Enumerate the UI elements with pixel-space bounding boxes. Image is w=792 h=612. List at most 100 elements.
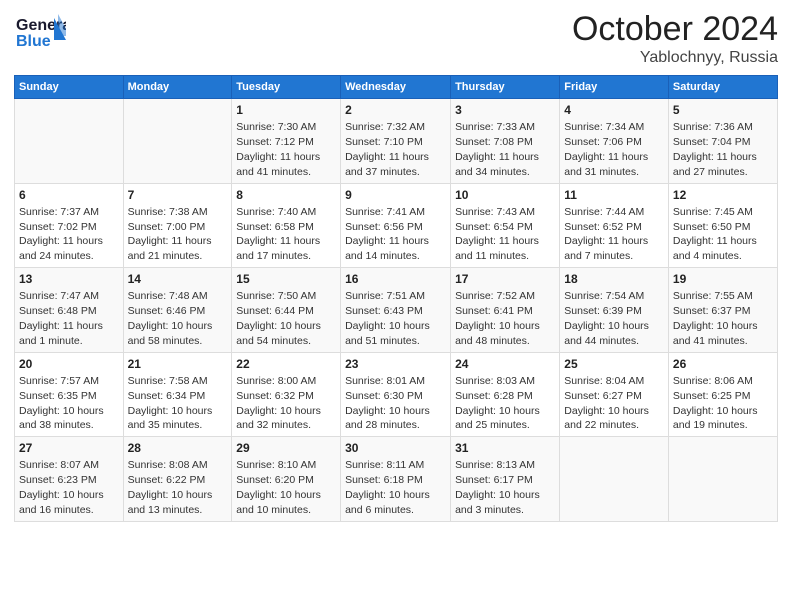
col-tuesday: Tuesday — [232, 76, 341, 99]
col-monday: Monday — [123, 76, 232, 99]
day-info: Sunrise: 7:30 AM Sunset: 7:12 PM Dayligh… — [236, 121, 320, 178]
day-info: Sunrise: 7:40 AM Sunset: 6:58 PM Dayligh… — [236, 206, 320, 263]
day-number: 14 — [128, 271, 228, 287]
calendar-cell: 18 Sunrise: 7:54 AM Sunset: 6:39 PM Dayli… — [560, 268, 669, 353]
calendar-week-5: 27 Sunrise: 8:07 AM Sunset: 6:23 PM Dayli… — [15, 437, 778, 522]
day-info: Sunrise: 8:08 AM Sunset: 6:22 PM Dayligh… — [128, 459, 213, 516]
col-thursday: Thursday — [451, 76, 560, 99]
day-info: Sunrise: 7:58 AM Sunset: 6:34 PM Dayligh… — [128, 375, 213, 432]
calendar-cell: 22Sunrise: 8:00 AM Sunset: 6:32 PM Dayli… — [232, 352, 341, 437]
header: General Blue October 2024 Yablochnyy, Ru… — [14, 10, 778, 67]
day-number: 31 — [455, 440, 555, 456]
day-number: 13 — [19, 271, 119, 287]
day-info: Sunrise: 7:43 AM Sunset: 6:54 PM Dayligh… — [455, 206, 539, 263]
day-number: 6 — [19, 187, 119, 203]
col-sunday: Sunday — [15, 76, 124, 99]
day-info: Sunrise: 7:36 AM Sunset: 7:04 PM Dayligh… — [673, 121, 757, 178]
logo-svg: General Blue — [14, 10, 66, 54]
day-number: 5 — [673, 102, 773, 118]
calendar-week-4: 20 Sunrise: 7:57 AM Sunset: 6:35 PM Dayli… — [15, 352, 778, 437]
day-number: 16 — [345, 271, 446, 287]
day-info: Sunrise: 8:07 AM Sunset: 6:23 PM Dayligh… — [19, 459, 104, 516]
day-info: Sunrise: 7:33 AM Sunset: 7:08 PM Dayligh… — [455, 121, 539, 178]
calendar-cell: 16Sunrise: 7:51 AM Sunset: 6:43 PM Dayli… — [341, 268, 451, 353]
calendar-title: October 2024 — [572, 10, 778, 49]
day-number: 17 — [455, 271, 555, 287]
calendar-week-1: 1 Sunrise: 7:30 AM Sunset: 7:12 PM Daylig… — [15, 99, 778, 184]
day-number: 1 — [236, 102, 336, 118]
day-number: 28 — [128, 440, 228, 456]
calendar-table: Sunday Monday Tuesday Wednesday Thursday… — [14, 75, 778, 522]
day-info: Sunrise: 7:55 AM Sunset: 6:37 PM Dayligh… — [673, 290, 758, 347]
day-info: Sunrise: 8:06 AM Sunset: 6:25 PM Dayligh… — [673, 375, 758, 432]
calendar-cell — [560, 437, 669, 522]
header-row: Sunday Monday Tuesday Wednesday Thursday… — [15, 76, 778, 99]
calendar-cell: 30 Sunrise: 8:11 AM Sunset: 6:18 PM Dayli… — [341, 437, 451, 522]
day-info: Sunrise: 7:44 AM Sunset: 6:52 PM Dayligh… — [564, 206, 648, 263]
day-number: 23 — [345, 356, 446, 372]
day-info: Sunrise: 7:41 AM Sunset: 6:56 PM Dayligh… — [345, 206, 429, 263]
day-number: 9 — [345, 187, 446, 203]
calendar-cell: 3 Sunrise: 7:33 AM Sunset: 7:08 PM Daylig… — [451, 99, 560, 184]
day-number: 15 — [236, 271, 336, 287]
calendar-week-3: 13 Sunrise: 7:47 AM Sunset: 6:48 PM Dayli… — [15, 268, 778, 353]
col-friday: Friday — [560, 76, 669, 99]
calendar-cell: 31Sunrise: 8:13 AM Sunset: 6:17 PM Dayli… — [451, 437, 560, 522]
calendar-cell: 7 Sunrise: 7:38 AM Sunset: 7:00 PM Daylig… — [123, 183, 232, 268]
day-info: Sunrise: 7:48 AM Sunset: 6:46 PM Dayligh… — [128, 290, 213, 347]
day-number: 7 — [128, 187, 228, 203]
day-info: Sunrise: 8:11 AM Sunset: 6:18 PM Dayligh… — [345, 459, 430, 516]
day-number: 30 — [345, 440, 446, 456]
day-number: 26 — [673, 356, 773, 372]
calendar-cell: 20 Sunrise: 7:57 AM Sunset: 6:35 PM Dayli… — [15, 352, 124, 437]
calendar-body: 1 Sunrise: 7:30 AM Sunset: 7:12 PM Daylig… — [15, 99, 778, 522]
day-info: Sunrise: 7:54 AM Sunset: 6:39 PM Dayligh… — [564, 290, 649, 347]
day-number: 27 — [19, 440, 119, 456]
title-block: October 2024 Yablochnyy, Russia — [572, 10, 778, 67]
day-number: 21 — [128, 356, 228, 372]
day-info: Sunrise: 8:10 AM Sunset: 6:20 PM Dayligh… — [236, 459, 321, 516]
calendar-cell: 15Sunrise: 7:50 AM Sunset: 6:44 PM Dayli… — [232, 268, 341, 353]
day-info: Sunrise: 7:45 AM Sunset: 6:50 PM Dayligh… — [673, 206, 757, 263]
calendar-cell: 6Sunrise: 7:37 AM Sunset: 7:02 PM Daylig… — [15, 183, 124, 268]
calendar-cell: 2Sunrise: 7:32 AM Sunset: 7:10 PM Daylig… — [341, 99, 451, 184]
day-number: 20 — [19, 356, 119, 372]
calendar-cell: 29 Sunrise: 8:10 AM Sunset: 6:20 PM Dayli… — [232, 437, 341, 522]
day-info: Sunrise: 8:03 AM Sunset: 6:28 PM Dayligh… — [455, 375, 540, 432]
day-number: 8 — [236, 187, 336, 203]
calendar-cell: 9 Sunrise: 7:41 AM Sunset: 6:56 PM Daylig… — [341, 183, 451, 268]
calendar-cell: 26 Sunrise: 8:06 AM Sunset: 6:25 PM Dayli… — [668, 352, 777, 437]
calendar-subtitle: Yablochnyy, Russia — [572, 49, 778, 67]
day-number: 29 — [236, 440, 336, 456]
calendar-cell: 12Sunrise: 7:45 AM Sunset: 6:50 PM Dayli… — [668, 183, 777, 268]
calendar-cell — [123, 99, 232, 184]
calendar-cell: 13 Sunrise: 7:47 AM Sunset: 6:48 PM Dayli… — [15, 268, 124, 353]
col-wednesday: Wednesday — [341, 76, 451, 99]
calendar-cell: 19Sunrise: 7:55 AM Sunset: 6:37 PM Dayli… — [668, 268, 777, 353]
col-saturday: Saturday — [668, 76, 777, 99]
day-number: 24 — [455, 356, 555, 372]
calendar-cell: 27 Sunrise: 8:07 AM Sunset: 6:23 PM Dayli… — [15, 437, 124, 522]
calendar-cell: 23 Sunrise: 8:01 AM Sunset: 6:30 PM Dayli… — [341, 352, 451, 437]
calendar-cell: 25Sunrise: 8:04 AM Sunset: 6:27 PM Dayli… — [560, 352, 669, 437]
calendar-cell: 17Sunrise: 7:52 AM Sunset: 6:41 PM Dayli… — [451, 268, 560, 353]
day-number: 18 — [564, 271, 664, 287]
calendar-cell: 1 Sunrise: 7:30 AM Sunset: 7:12 PM Daylig… — [232, 99, 341, 184]
day-info: Sunrise: 7:38 AM Sunset: 7:00 PM Dayligh… — [128, 206, 212, 263]
calendar-cell: 11Sunrise: 7:44 AM Sunset: 6:52 PM Dayli… — [560, 183, 669, 268]
logo: General Blue — [14, 10, 66, 54]
day-number: 10 — [455, 187, 555, 203]
day-number: 2 — [345, 102, 446, 118]
page-container: General Blue October 2024 Yablochnyy, Ru… — [0, 0, 792, 528]
calendar-cell: 5 Sunrise: 7:36 AM Sunset: 7:04 PM Daylig… — [668, 99, 777, 184]
day-info: Sunrise: 7:34 AM Sunset: 7:06 PM Dayligh… — [564, 121, 648, 178]
day-info: Sunrise: 8:01 AM Sunset: 6:30 PM Dayligh… — [345, 375, 430, 432]
calendar-cell — [15, 99, 124, 184]
day-info: Sunrise: 7:47 AM Sunset: 6:48 PM Dayligh… — [19, 290, 103, 347]
day-info: Sunrise: 7:57 AM Sunset: 6:35 PM Dayligh… — [19, 375, 104, 432]
day-number: 3 — [455, 102, 555, 118]
calendar-cell: 10 Sunrise: 7:43 AM Sunset: 6:54 PM Dayli… — [451, 183, 560, 268]
calendar-cell: 4Sunrise: 7:34 AM Sunset: 7:06 PM Daylig… — [560, 99, 669, 184]
calendar-cell: 14 Sunrise: 7:48 AM Sunset: 6:46 PM Dayli… — [123, 268, 232, 353]
calendar-cell: 8 Sunrise: 7:40 AM Sunset: 6:58 PM Daylig… — [232, 183, 341, 268]
